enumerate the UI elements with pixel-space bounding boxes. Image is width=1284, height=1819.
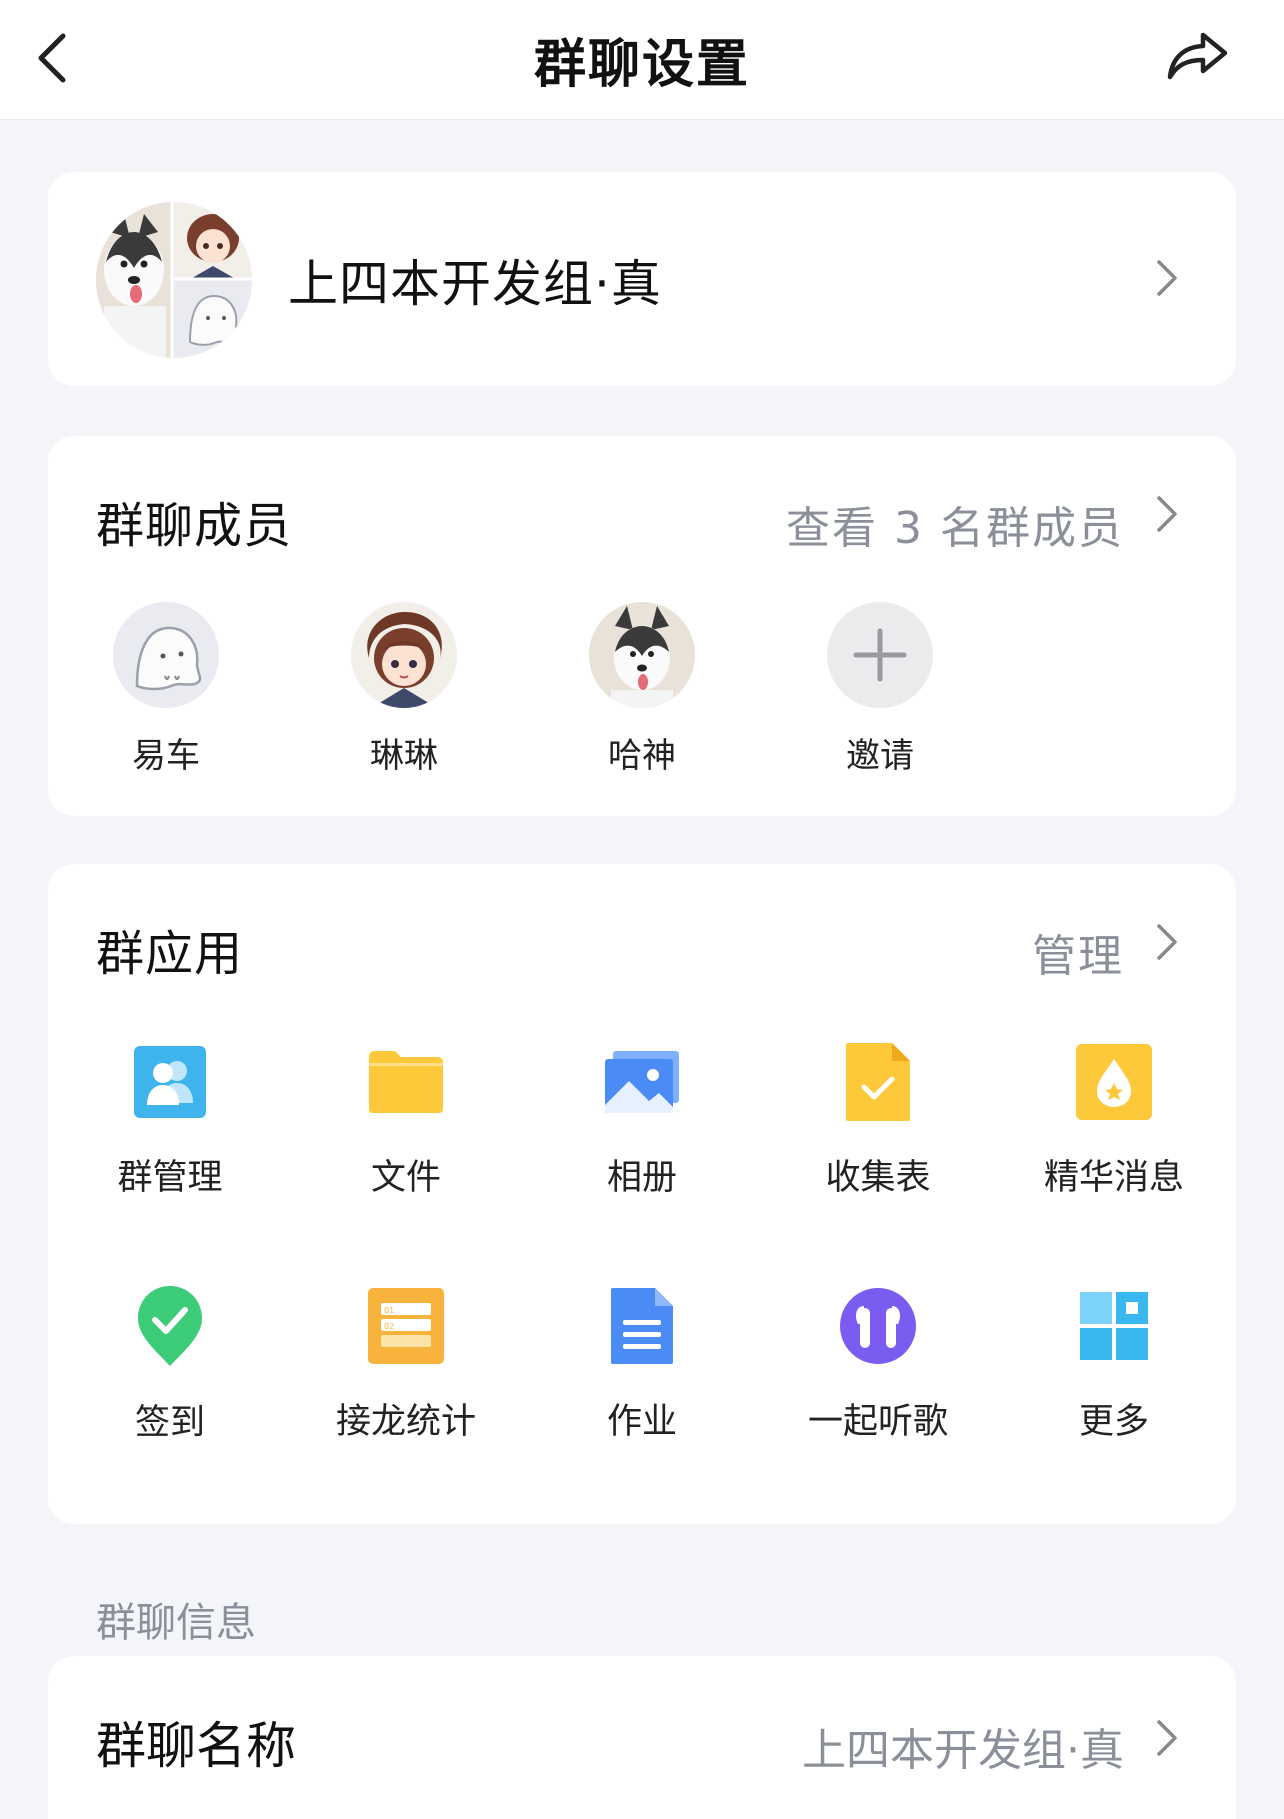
chevron-right-icon	[1152, 1716, 1182, 1760]
manage-link[interactable]: 管理	[1032, 920, 1124, 984]
anime-girl-avatar	[351, 602, 457, 708]
apps-title: 群应用	[96, 926, 244, 982]
chevron-right-icon[interactable]	[1152, 492, 1182, 536]
more-grid-icon	[1072, 1284, 1156, 1367]
essence-message-icon	[1072, 1040, 1156, 1123]
page-title: 群聊设置	[533, 35, 750, 95]
member-item[interactable]: 哈神	[562, 602, 722, 782]
group-name-title: 群聊名称	[96, 1717, 296, 1775]
chain-stats-icon: 01 02	[364, 1284, 448, 1367]
share-button[interactable]	[1162, 24, 1234, 88]
chevron-right-icon[interactable]	[1152, 920, 1182, 964]
svg-text:01: 01	[384, 1306, 394, 1315]
members-title: 群聊成员	[96, 498, 293, 554]
app-label: 群管理	[117, 1158, 223, 1198]
svg-text:02: 02	[384, 1322, 394, 1331]
app-essence-message[interactable]: 精华消息	[1014, 1040, 1214, 1200]
app-album[interactable]: 相册	[542, 1040, 742, 1200]
group-name-row[interactable]: 群聊名称 上四本开发组·真	[48, 1656, 1236, 1819]
group-manage-icon	[128, 1040, 212, 1123]
group-avatar	[96, 202, 252, 358]
app-label: 接龙统计	[335, 1402, 476, 1442]
app-label: 收集表	[825, 1158, 931, 1198]
group-header-card[interactable]: 上四本开发组·真	[48, 172, 1236, 386]
invite-label: 邀请	[846, 736, 914, 776]
app-group-manage[interactable]: 群管理	[70, 1040, 270, 1200]
group-name: 上四本开发组·真	[288, 255, 662, 313]
app-listen-together[interactable]: 一起听歌	[778, 1284, 978, 1444]
app-chain-stats[interactable]: 01 02 接龙统计	[306, 1284, 506, 1444]
husky-dog-avatar	[589, 602, 695, 708]
app-homework[interactable]: 作业	[542, 1284, 742, 1444]
ghost-avatar	[113, 602, 219, 708]
view-members-link[interactable]: 查看 3 名群成员	[786, 492, 1124, 556]
member-name: 哈神	[608, 736, 676, 776]
app-label: 作业	[606, 1402, 677, 1442]
homework-icon	[600, 1284, 684, 1367]
plus-icon	[827, 602, 933, 708]
app-check-in[interactable]: 签到	[70, 1284, 270, 1444]
app-more[interactable]: 更多	[1014, 1284, 1214, 1444]
app-label: 签到	[134, 1403, 205, 1443]
member-name: 易车	[132, 736, 200, 776]
member-name: 琳琳	[370, 736, 438, 776]
invite-button[interactable]: 邀请	[800, 602, 960, 782]
folder-icon	[364, 1040, 448, 1123]
check-in-icon	[128, 1284, 212, 1368]
album-icon	[600, 1040, 684, 1123]
app-files[interactable]: 文件	[306, 1040, 506, 1200]
group-name-value: 上四本开发组·真	[802, 1725, 1124, 1776]
app-label: 一起听歌	[807, 1402, 948, 1442]
listen-together-icon	[836, 1284, 920, 1367]
chevron-right-icon	[1152, 256, 1182, 300]
members-card: 群聊成员 查看 3 名群成员 易车 琳琳 哈神 邀请	[48, 436, 1236, 816]
member-item[interactable]: 琳琳	[324, 602, 484, 782]
member-item[interactable]: 易车	[86, 602, 246, 782]
app-label: 精华消息	[1043, 1158, 1184, 1198]
app-label: 更多	[1078, 1402, 1149, 1442]
share-arrow-icon	[1167, 32, 1228, 80]
app-label: 相册	[606, 1158, 677, 1198]
group-apps-card: 群应用 管理 群管理 文件 相册 收集表 精华消息 签到 01 02 接龙统计 …	[48, 864, 1236, 1524]
app-collect-form[interactable]: 收集表	[778, 1040, 978, 1200]
navbar: 群聊设置	[0, 0, 1284, 120]
collect-form-icon	[836, 1040, 920, 1123]
section-label: 群聊信息	[96, 1600, 256, 1646]
app-label: 文件	[370, 1158, 441, 1198]
